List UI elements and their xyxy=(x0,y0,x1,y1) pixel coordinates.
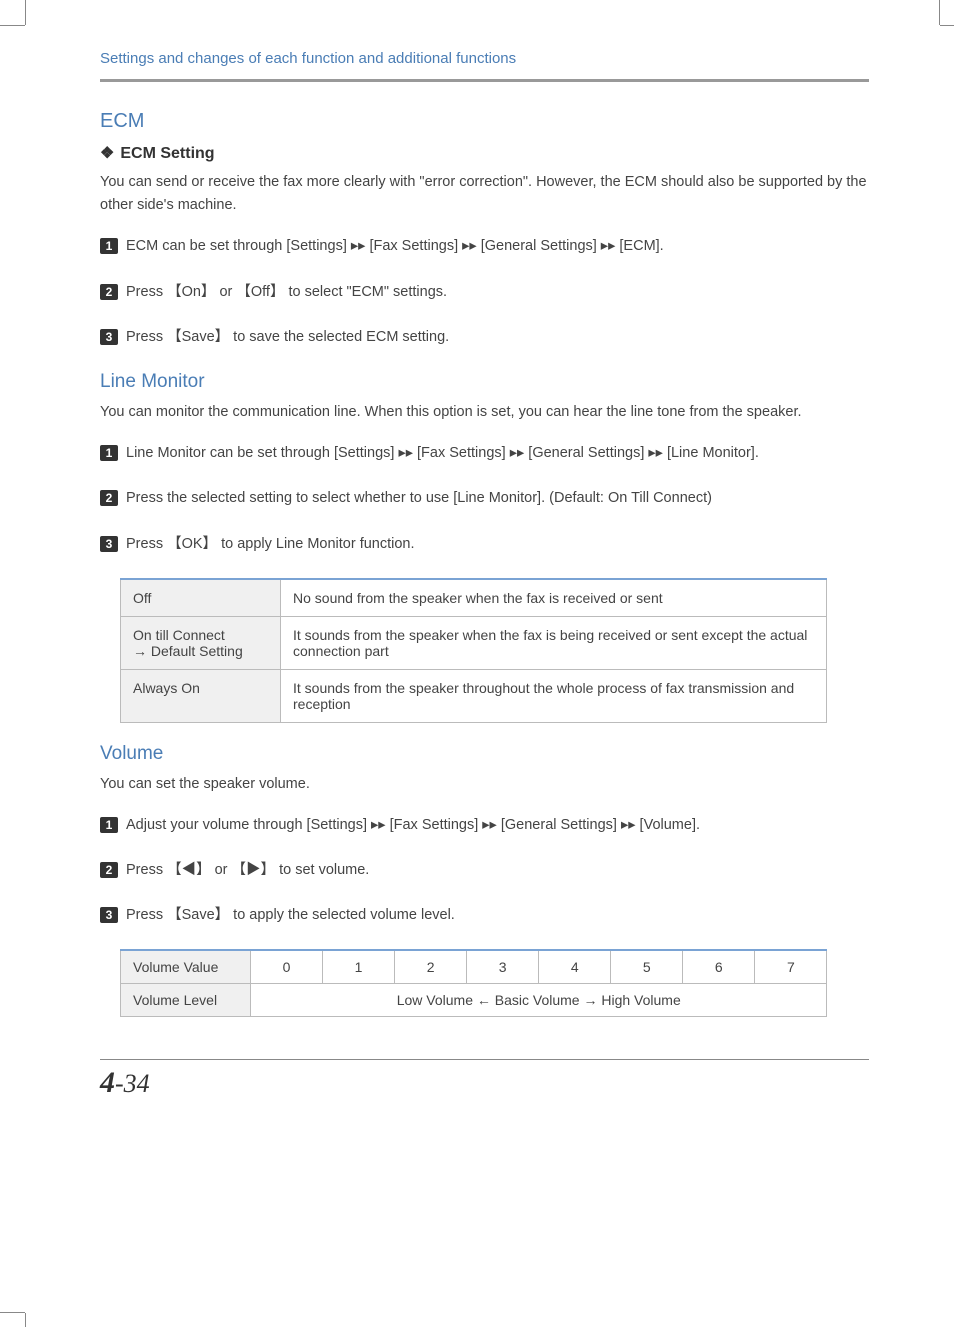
ecm-step-1-text: ECM can be set through [Settings] ▸▸ [Fa… xyxy=(126,235,869,258)
vol-val-6: 6 xyxy=(683,950,755,984)
lm-row1-label-line1: On till Connect xyxy=(133,627,225,643)
vol-val-2: 2 xyxy=(395,950,467,984)
lm-row1-label-line2: → Default Setting xyxy=(133,643,243,659)
page-content: Settings and changes of each function an… xyxy=(0,0,954,1140)
lm-step-2: 2 Press the selected setting to select w… xyxy=(100,487,869,510)
ecm-step-2-text: Press 【On】 or 【Off】 to select "ECM" sett… xyxy=(126,281,869,304)
table-row: On till Connect → Default Setting It sou… xyxy=(121,616,827,669)
vol-val-3: 3 xyxy=(467,950,539,984)
vol-val-1: 1 xyxy=(323,950,395,984)
ecm-step-3: 3 Press 【Save】 to save the selected ECM … xyxy=(100,326,869,349)
volume-level-label: Volume Level xyxy=(121,984,251,1017)
step-badge-3: 3 xyxy=(100,907,118,923)
lm-step-3: 3 Press 【OK】 to apply Line Monitor funct… xyxy=(100,533,869,556)
step-badge-1: 1 xyxy=(100,445,118,461)
volume-value-row: Volume Value 0 1 2 3 4 5 6 7 xyxy=(121,950,827,984)
vol-step-1-text: Adjust your volume through [Settings] ▸▸… xyxy=(126,814,869,837)
ecm-step-3-text: Press 【Save】 to save the selected ECM se… xyxy=(126,326,869,349)
volume-table: Volume Value 0 1 2 3 4 5 6 7 Volume Leve… xyxy=(120,949,827,1017)
vol-val-7: 7 xyxy=(755,950,827,984)
ecm-subheading-text: ECM Setting xyxy=(120,145,214,162)
lm-row0-label: Off xyxy=(121,579,281,617)
lm-row1-label: On till Connect → Default Setting xyxy=(121,616,281,669)
vol-val-0: 0 xyxy=(251,950,323,984)
lm-row2-desc: It sounds from the speaker throughout th… xyxy=(281,669,827,722)
vol-val-4: 4 xyxy=(539,950,611,984)
volume-heading: Volume xyxy=(100,743,869,765)
ecm-intro: You can send or receive the fax more cle… xyxy=(100,171,869,217)
ecm-heading: ECM xyxy=(100,110,869,133)
table-row: Off No sound from the speaker when the f… xyxy=(121,579,827,617)
vol-step-1: 1 Adjust your volume through [Settings] … xyxy=(100,814,869,837)
step-badge-2: 2 xyxy=(100,490,118,506)
volume-intro: You can set the speaker volume. xyxy=(100,773,869,796)
lm-step-2-text: Press the selected setting to select whe… xyxy=(126,487,869,510)
footer-divider xyxy=(100,1059,869,1060)
step-badge-3: 3 xyxy=(100,536,118,552)
line-monitor-heading: Line Monitor xyxy=(100,371,869,393)
step-badge-2: 2 xyxy=(100,284,118,300)
vol-step-2-text: Press 【◀】 or 【▶】 to set volume. xyxy=(126,859,869,882)
table-row: Always On It sounds from the speaker thr… xyxy=(121,669,827,722)
step-badge-1: 1 xyxy=(100,817,118,833)
lm-step-3-text: Press 【OK】 to apply Line Monitor functio… xyxy=(126,533,869,556)
ecm-step-1: 1 ECM can be set through [Settings] ▸▸ [… xyxy=(100,235,869,258)
ecm-subheading: ❖ ECM Setting xyxy=(100,143,869,163)
running-header: Settings and changes of each function an… xyxy=(100,50,869,67)
page-number: 4-34 xyxy=(100,1066,869,1100)
lm-row0-desc: No sound from the speaker when the fax i… xyxy=(281,579,827,617)
step-badge-1: 1 xyxy=(100,238,118,254)
volume-level-text: Low Volume ← Basic Volume → High Volume xyxy=(251,984,827,1017)
step-badge-3: 3 xyxy=(100,329,118,345)
lm-row2-label: Always On xyxy=(121,669,281,722)
page-number-sub: -34 xyxy=(115,1069,150,1098)
line-monitor-table: Off No sound from the speaker when the f… xyxy=(120,578,827,723)
step-badge-2: 2 xyxy=(100,862,118,878)
lm-row1-desc: It sounds from the speaker when the fax … xyxy=(281,616,827,669)
vol-val-5: 5 xyxy=(611,950,683,984)
vol-step-3: 3 Press 【Save】 to apply the selected vol… xyxy=(100,904,869,927)
vol-step-3-text: Press 【Save】 to apply the selected volum… xyxy=(126,904,869,927)
header-divider xyxy=(100,79,869,82)
lm-step-1: 1 Line Monitor can be set through [Setti… xyxy=(100,442,869,465)
lm-step-1-text: Line Monitor can be set through [Setting… xyxy=(126,442,869,465)
line-monitor-intro: You can monitor the communication line. … xyxy=(100,401,869,424)
diamond-icon: ❖ xyxy=(100,145,114,162)
ecm-step-2: 2 Press 【On】 or 【Off】 to select "ECM" se… xyxy=(100,281,869,304)
vol-step-2: 2 Press 【◀】 or 【▶】 to set volume. xyxy=(100,859,869,882)
volume-level-row: Volume Level Low Volume ← Basic Volume →… xyxy=(121,984,827,1017)
page-number-chapter: 4 xyxy=(100,1066,115,1099)
volume-value-label: Volume Value xyxy=(121,950,251,984)
